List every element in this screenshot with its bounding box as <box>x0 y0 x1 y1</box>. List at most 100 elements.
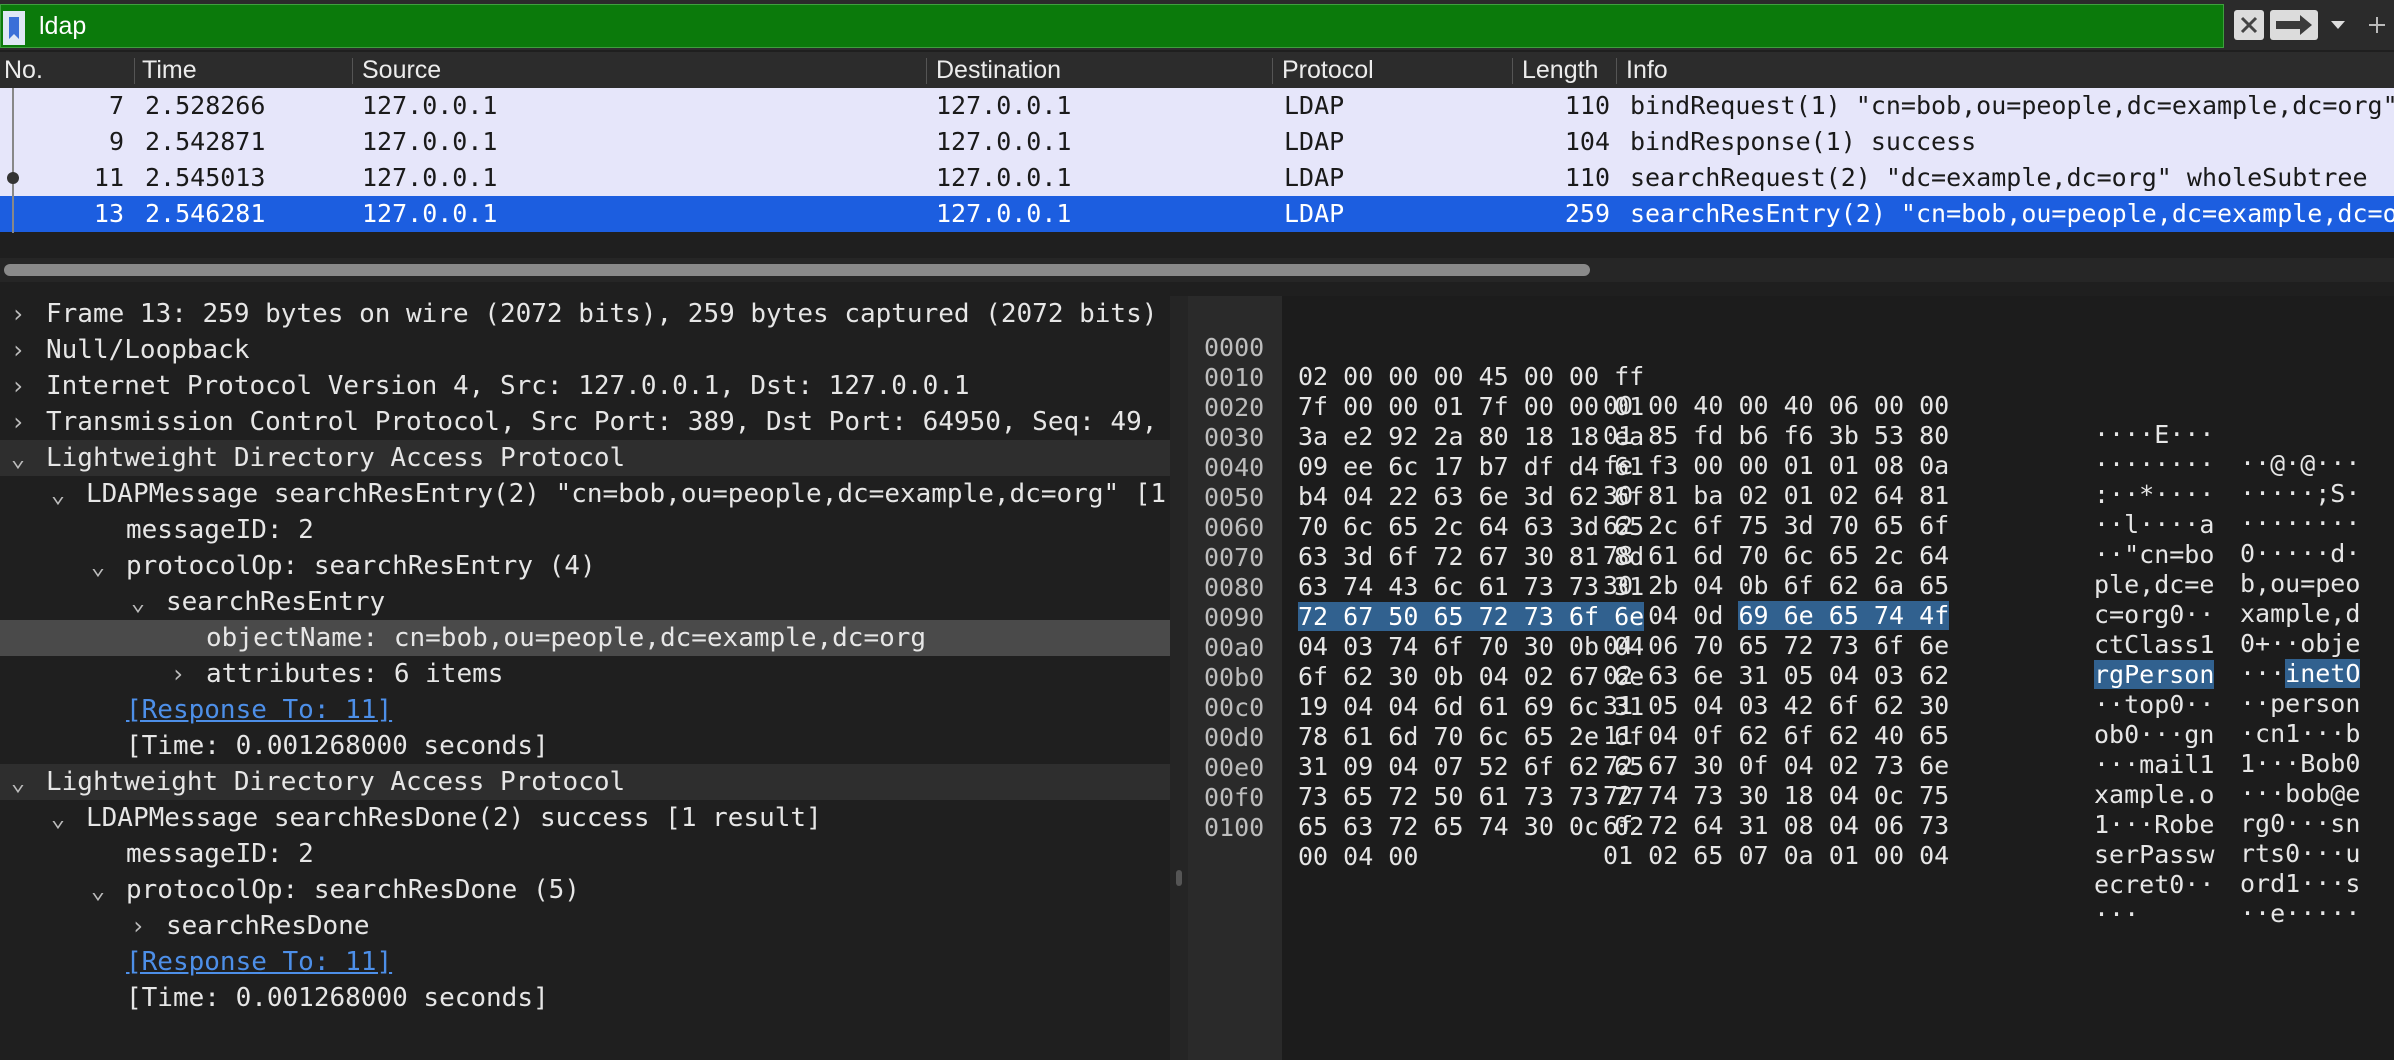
hex-row[interactable]: 00f0 65 63 72 65 74 30 0c 02 01 02 65 07… <box>1188 754 2394 928</box>
chevron-down-icon[interactable]: ⌄ <box>128 584 148 620</box>
column-divider[interactable] <box>926 58 927 84</box>
related-packet-line <box>12 88 14 233</box>
response-to-link[interactable]: [Response To: 11] <box>126 944 392 980</box>
tree-item-ipv4[interactable]: › Internet Protocol Version 4, Src: 127.… <box>0 368 1170 404</box>
chevron-right-icon[interactable]: › <box>128 908 148 944</box>
packet-row[interactable]: 11 2.545013 127.0.0.1 127.0.0.1 LDAP 110… <box>0 160 2394 196</box>
tree-item-messageid[interactable]: messageID: 2 <box>0 512 1170 548</box>
ascii-bytes[interactable]: serPassw <box>2094 840 2214 869</box>
ascii-bytes[interactable]: 1···Robe <box>2094 810 2214 839</box>
chevron-right-icon[interactable]: › <box>8 332 28 368</box>
hex-row[interactable]: 0040 b4 04 22 63 6e 3d 62 6f 62 2c 6f 75… <box>1188 424 2394 598</box>
ascii-bytes[interactable]: ··e····· <box>2240 899 2360 928</box>
hex-bytes[interactable]: 65 63 72 65 74 30 0c 02 <box>1298 812 1644 841</box>
column-header-destination[interactable]: Destination <box>936 55 1061 85</box>
packet-row[interactable]: 9 2.542871 127.0.0.1 127.0.0.1 LDAP 104 … <box>0 124 2394 160</box>
hex-bytes[interactable]: 6f 72 64 31 08 04 06 73 <box>1603 811 1949 840</box>
packet-row[interactable]: 7 2.528266 127.0.0.1 127.0.0.1 LDAP 110 … <box>0 88 2394 124</box>
hex-row[interactable]: 0050 70 6c 65 2c 64 63 3d 65 78 61 6d 70… <box>1188 454 2394 628</box>
tree-item-response-to[interactable]: [Response To: 11] <box>0 692 1170 728</box>
hex-row[interactable]: 00d0 31 09 04 07 52 6f 62 65 72 74 73 30… <box>1188 694 2394 868</box>
tree-item-time[interactable]: [Time: 0.001268000 seconds] <box>0 728 1170 764</box>
chevron-right-icon[interactable]: › <box>8 368 28 404</box>
tree-item-searchresentry[interactable]: ⌄ searchResEntry <box>0 584 1170 620</box>
hex-row[interactable]: 0020 3a e2 92 2a 80 18 18 ea fe f3 00 00… <box>1188 364 2394 538</box>
packet-row-selected[interactable]: 13 2.546281 127.0.0.1 127.0.0.1 LDAP 259… <box>0 196 2394 232</box>
column-header-time[interactable]: Time <box>142 55 197 85</box>
filter-input-text[interactable]: ldap <box>39 11 86 41</box>
chevron-down-icon[interactable]: ⌄ <box>88 548 108 584</box>
tree-item-ldap-1[interactable]: ⌄ Lightweight Directory Access Protocol <box>0 440 1170 476</box>
tree-item-messageid[interactable]: messageID: 2 <box>0 836 1170 872</box>
column-header-protocol[interactable]: Protocol <box>1282 55 1374 85</box>
tree-item-protocolop-done[interactable]: ⌄ protocolOp: searchResDone (5) <box>0 872 1170 908</box>
hex-row[interactable]: 0010 7f 00 00 01 7f 00 00 01 01 85 fd b6… <box>1188 334 2394 508</box>
packet-list-horizontal-scrollbar[interactable] <box>0 258 2394 282</box>
hex-row[interactable]: 00e0 73 65 72 50 61 73 73 77 6f 72 64 31… <box>1188 724 2394 898</box>
column-divider[interactable] <box>1616 58 1617 84</box>
column-header-no[interactable]: No. <box>4 55 43 85</box>
hex-row[interactable]: 00b0 19 04 04 6d 61 69 6c 31 11 04 0f 62… <box>1188 634 2394 808</box>
hex-row[interactable]: 0000 02 00 00 00 45 00 00 ff 00 00 40 00… <box>1188 304 2394 478</box>
clear-filter-button[interactable] <box>2234 10 2264 40</box>
ascii-bytes[interactable]: ··· <box>2094 900 2139 929</box>
bookmark-icon[interactable] <box>3 11 25 45</box>
column-divider[interactable] <box>134 58 135 84</box>
tree-item-protocolop-entry[interactable]: ⌄ protocolOp: searchResEntry (4) <box>0 548 1170 584</box>
tree-item-ldapmessage-entry[interactable]: ⌄ LDAPMessage searchResEntry(2) "cn=bob,… <box>0 476 1170 512</box>
hex-row[interactable]: 0030 09 ee 6c 17 b7 df d4 61 30 81 ba 02… <box>1188 394 2394 568</box>
scrollbar-thumb[interactable] <box>4 264 1590 276</box>
packet-info: bindRequest(1) "cn=bob,ou=people,dc=exam… <box>1630 91 2394 120</box>
hex-row[interactable]: 0060 63 3d 6f 72 67 30 81 8d 30 2b 04 0b… <box>1188 484 2394 658</box>
response-to-link[interactable]: [Response To: 11] <box>126 692 392 728</box>
tree-item-objectname-selected[interactable]: objectName: cn=bob,ou=people,dc=example,… <box>0 620 1170 656</box>
chevron-down-icon[interactable]: ⌄ <box>48 800 68 836</box>
packet-number: 11 <box>93 163 124 192</box>
ascii-bytes[interactable]: ord1···s <box>2240 869 2360 898</box>
tree-item-label: messageID: 2 <box>126 515 314 545</box>
hex-row[interactable]: 00c0 78 61 6d 70 6c 65 2e 6f 72 67 30 0f… <box>1188 664 2394 838</box>
packet-number: 7 <box>108 91 124 120</box>
column-divider[interactable] <box>1272 58 1273 84</box>
column-divider[interactable] <box>1512 58 1513 84</box>
chevron-down-icon[interactable]: ⌄ <box>48 476 68 512</box>
tree-item-label: Null/Loopback <box>46 335 250 365</box>
tree-item-tcp[interactable]: › Transmission Control Protocol, Src Por… <box>0 404 1170 440</box>
chevron-right-icon[interactable]: › <box>168 656 188 692</box>
hex-bytes[interactable]: 00 04 00 <box>1298 842 1418 871</box>
hex-row[interactable]: 0100 00 04 00 ··· <box>1188 784 2394 929</box>
chevron-right-icon[interactable]: › <box>8 404 28 440</box>
apply-filter-button[interactable] <box>2270 10 2318 40</box>
splitter-grip[interactable] <box>1176 870 1182 886</box>
filter-history-dropdown[interactable] <box>2326 12 2350 38</box>
display-filter-field[interactable]: ldap <box>0 4 2224 48</box>
tree-item-null-loopback[interactable]: › Null/Loopback <box>0 332 1170 368</box>
column-divider[interactable] <box>352 58 353 84</box>
tree-item-ldap-2[interactable]: ⌄ Lightweight Directory Access Protocol <box>0 764 1170 800</box>
pane-splitter[interactable] <box>1170 296 1188 1060</box>
tree-item-time[interactable]: [Time: 0.001268000 seconds] <box>0 980 1170 1016</box>
chevron-right-icon[interactable]: › <box>8 296 28 332</box>
ascii-bytes[interactable]: rg0···sn <box>2240 809 2360 838</box>
chevron-down-icon[interactable]: ⌄ <box>8 440 28 476</box>
tree-item-attributes[interactable]: › attributes: 6 items <box>0 656 1170 692</box>
tree-item-ldapmessage-done[interactable]: ⌄ LDAPMessage searchResDone(2) success [… <box>0 800 1170 836</box>
hex-row[interactable]: 00a0 6f 62 30 0b 04 02 67 6e 31 05 04 03… <box>1188 604 2394 778</box>
hex-bytes[interactable]: 01 02 65 07 0a 01 00 04 <box>1603 841 1949 870</box>
hex-row[interactable]: 0090 04 03 74 6f 70 30 0b 04 02 63 6e 31… <box>1188 574 2394 748</box>
column-header-length[interactable]: Length <box>1522 55 1598 85</box>
tree-item-response-to[interactable]: [Response To: 11] <box>0 944 1170 980</box>
add-filter-button[interactable] <box>2362 10 2392 40</box>
tree-item-searchresdone[interactable]: › searchResDone <box>0 908 1170 944</box>
hex-row[interactable]: 0080 72 67 50 65 72 73 6f 6e 04 06 70 65… <box>1188 544 2394 718</box>
hex-row[interactable]: 0070 63 74 43 6c 61 73 73 31 1c 04 0d 69… <box>1188 514 2394 688</box>
chevron-down-icon[interactable]: ⌄ <box>88 872 108 908</box>
tree-item-label: searchResDone <box>166 911 370 941</box>
ascii-bytes[interactable]: ecret0·· <box>2094 870 2214 899</box>
tree-item-label: Lightweight Directory Access Protocol <box>46 767 626 797</box>
chevron-down-icon[interactable]: ⌄ <box>8 764 28 800</box>
ascii-bytes[interactable]: rts0···u <box>2240 839 2360 868</box>
tree-item-frame[interactable]: › Frame 13: 259 bytes on wire (2072 bits… <box>0 296 1170 332</box>
column-header-info[interactable]: Info <box>1626 55 1668 85</box>
column-header-source[interactable]: Source <box>362 55 441 85</box>
